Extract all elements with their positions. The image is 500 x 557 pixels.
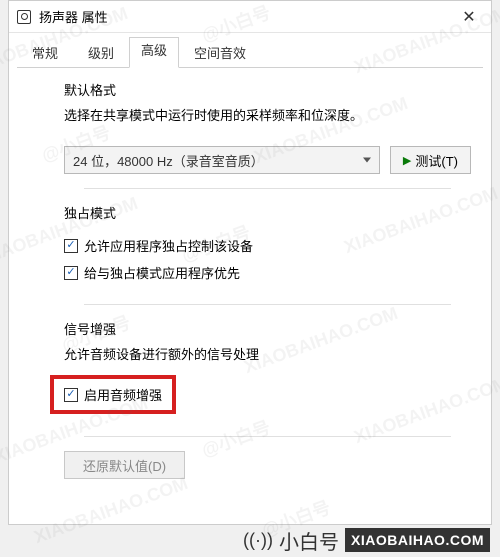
broadcast-icon: ((·)) — [243, 530, 273, 551]
enhance-desc: 允许音频设备进行额外的信号处理 — [64, 344, 471, 363]
tab-bar: 常规 级别 高级 空间音效 — [9, 33, 491, 68]
properties-window: 扬声器 属性 ✕ 常规 级别 高级 空间音效 默认格式 选择在共享模式中运行时使… — [8, 0, 492, 525]
tab-levels[interactable]: 级别 — [73, 37, 129, 68]
divider — [84, 188, 451, 189]
test-button[interactable]: ▶ 测试(T) — [390, 146, 471, 174]
tab-spatial[interactable]: 空间音效 — [179, 37, 261, 68]
exclusive-title: 独占模式 — [64, 203, 471, 222]
tab-advanced[interactable]: 高级 — [129, 37, 179, 68]
divider — [84, 304, 451, 305]
tab-content: 默认格式 选择在共享模式中运行时使用的采样频率和位深度。 24 位，48000 … — [9, 68, 491, 487]
speaker-icon — [17, 10, 31, 24]
enable-enhance-highlight: 启用音频增强 — [50, 375, 176, 414]
format-selected: 24 位，48000 Hz（录音室音质） — [73, 151, 264, 170]
checkbox-icon — [64, 266, 78, 280]
close-button[interactable]: ✕ — [447, 1, 491, 33]
enable-enhance-label: 启用音频增强 — [84, 385, 162, 404]
default-format-title: 默认格式 — [64, 80, 471, 99]
play-icon: ▶ — [403, 154, 411, 167]
checkbox-icon — [64, 239, 78, 253]
checkbox-icon — [64, 388, 78, 402]
format-dropdown[interactable]: 24 位，48000 Hz（录音室音质） — [64, 146, 380, 174]
enable-enhance-checkbox[interactable]: 启用音频增强 — [64, 385, 162, 404]
window-title: 扬声器 属性 — [39, 7, 447, 26]
titlebar: 扬声器 属性 ✕ — [9, 1, 491, 33]
exclusive-priority-label: 给与独占模式应用程序优先 — [84, 263, 240, 282]
enhance-title: 信号增强 — [64, 319, 471, 338]
exclusive-priority-checkbox[interactable]: 给与独占模式应用程序优先 — [64, 263, 471, 282]
exclusive-control-label: 允许应用程序独占控制该设备 — [84, 236, 253, 255]
tab-general[interactable]: 常规 — [17, 37, 73, 68]
branding-bar: ((·)) 小白号 XIAOBAIHAO.COM — [0, 525, 500, 555]
test-button-label: 测试(T) — [415, 151, 458, 170]
exclusive-control-checkbox[interactable]: 允许应用程序独占控制该设备 — [64, 236, 471, 255]
brand-domain: XIAOBAIHAO.COM — [345, 528, 490, 552]
divider — [84, 436, 451, 437]
brand-name: 小白号 — [279, 526, 339, 555]
default-format-desc: 选择在共享模式中运行时使用的采样频率和位深度。 — [64, 105, 471, 124]
restore-defaults-button[interactable]: 还原默认值(D) — [64, 451, 185, 479]
